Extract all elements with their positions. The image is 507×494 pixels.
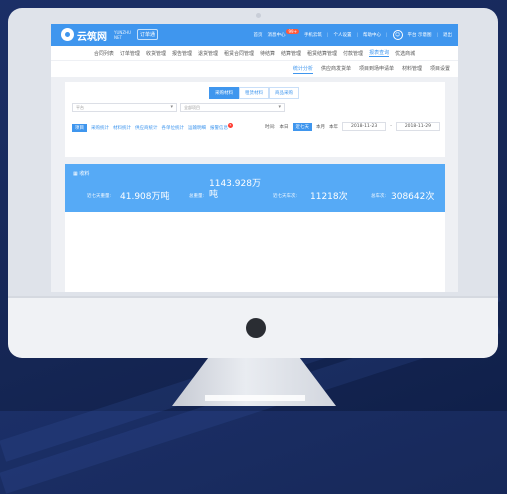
- date-from-field[interactable]: 2018-11-23: [342, 122, 387, 131]
- nav-item-orders[interactable]: 订单管理: [120, 50, 140, 57]
- alert-badge: 5: [228, 123, 233, 128]
- nav-item-lease-contracts[interactable]: 租赁合同管理: [224, 50, 254, 57]
- nav-item-report-query[interactable]: 报表查询: [369, 49, 390, 57]
- cloud-logo-icon: [61, 28, 74, 41]
- message-link-label: 消息中心: [267, 33, 286, 38]
- mall-button[interactable]: 订单通: [137, 29, 159, 40]
- power-button-icon[interactable]: [246, 318, 266, 338]
- time-today[interactable]: 本日: [280, 124, 289, 130]
- time-last-7-days[interactable]: 近七天: [292, 122, 313, 131]
- header-links: 首页 消息中心99+ 手机云筑 | 个人设置 | 帮助中心 | ☺ 平台 示意图…: [253, 24, 452, 46]
- time-filter: 时间: 本日 近七天 本月 本年 2018-11-23 - 2018-11-29: [265, 122, 440, 131]
- help-link[interactable]: 帮助中心: [363, 32, 381, 38]
- stats-title-text: 收料: [79, 171, 90, 177]
- sub-nav: 统计分析 供应商发货单 项目到场申请单 材料管理 项目设置: [51, 60, 458, 77]
- nav-item-contracts[interactable]: 合同列表: [94, 50, 114, 57]
- tab-statistics[interactable]: 统计分析: [292, 65, 313, 74]
- message-badge: 99+: [286, 29, 299, 34]
- filter-alerts-label: 报警信息: [210, 126, 228, 131]
- settings-link[interactable]: 个人设置: [333, 32, 351, 38]
- segment-purchase[interactable]: 采购材料: [209, 87, 239, 99]
- nav-item-payments[interactable]: 付款管理: [343, 50, 363, 57]
- filter-card: 采购材料 租赁材料 商品采购 平台 ▾ 全部项目 ▾ 项目 采购统计 材料统计 …: [65, 82, 445, 157]
- time-label: 时间:: [265, 124, 276, 130]
- stat-value-week-trips: 11218次: [310, 192, 348, 202]
- filter-purchase-stats[interactable]: 采购统计: [91, 125, 109, 131]
- segment-goods[interactable]: 商品采购: [269, 87, 299, 99]
- platform-select[interactable]: 平台 ▾: [72, 103, 177, 112]
- stand-base: [205, 395, 305, 401]
- divider: -: [390, 124, 392, 129]
- message-link[interactable]: 消息中心99+: [267, 29, 299, 38]
- filter-transport[interactable]: 运输明细: [188, 125, 206, 131]
- filter-supplier-stats[interactable]: 供应商统计: [135, 125, 158, 131]
- platform-select-value: 平台: [76, 105, 84, 110]
- monitor-screen: 云筑网 YUNZHU NET 订单通 首页 消息中心99+ 手机云筑 | 个人设…: [51, 24, 458, 292]
- brand-name[interactable]: 云筑网: [77, 28, 107, 43]
- stats-banner: ▦ 收料 近七天重量: 41.908万吨 总重量: 1143.928万吨 近七天…: [65, 164, 445, 212]
- nav-item-returns[interactable]: 退货管理: [198, 50, 218, 57]
- date-to-field[interactable]: 2018-11-29: [395, 122, 440, 131]
- filter-unit-stats[interactable]: 各单位统计: [162, 125, 185, 131]
- nav-item-mall[interactable]: 优选商城: [395, 50, 415, 57]
- divider: |: [356, 32, 358, 38]
- divider: |: [436, 32, 438, 38]
- camera-icon: [256, 13, 261, 18]
- stat-label-total-weight: 总重量:: [189, 194, 205, 199]
- stat-label-total-trips: 总车次:: [371, 194, 387, 199]
- filter-alerts[interactable]: 报警信息5: [210, 123, 233, 131]
- stat-value-total-weight: 1143.928万吨: [209, 179, 261, 200]
- tab-arrival-request[interactable]: 项目到场申请单: [359, 65, 394, 74]
- brand-subtitle: YUNZHU NET: [114, 30, 132, 40]
- home-link[interactable]: 首页: [253, 32, 262, 38]
- nav-item-receiving[interactable]: 收货管理: [146, 50, 166, 57]
- filter-project[interactable]: 项目: [72, 124, 87, 132]
- divider: |: [326, 32, 329, 38]
- stat-filters: 项目 采购统计 材料统计 供应商统计 各单位统计 运输明细 报警信息5: [72, 123, 233, 132]
- nav-item-pending-settlement[interactable]: 待结算: [260, 50, 275, 57]
- time-this-month[interactable]: 本月: [316, 124, 325, 130]
- segment-lease[interactable]: 租赁材料: [239, 87, 269, 99]
- project-select[interactable]: 全部项目 ▾: [180, 103, 285, 112]
- project-select-value: 全部项目: [184, 105, 200, 110]
- nav-item-lease-settlement[interactable]: 租赁结算管理: [307, 50, 337, 57]
- stats-title: ▦ 收料: [73, 171, 90, 177]
- mobile-link[interactable]: 手机云筑: [304, 32, 322, 38]
- tab-project-settings[interactable]: 项目设置: [430, 65, 450, 74]
- stat-value-total-trips: 308642次: [391, 192, 435, 202]
- divider: |: [386, 32, 388, 38]
- tab-materials[interactable]: 材料管理: [402, 65, 422, 74]
- time-this-year[interactable]: 本年: [329, 124, 338, 130]
- content-area: [65, 212, 445, 292]
- chevron-down-icon: ▾: [278, 104, 281, 110]
- chevron-down-icon: ▾: [170, 104, 173, 110]
- top-header: 云筑网 YUNZHU NET 订单通 首页 消息中心99+ 手机云筑 | 个人设…: [51, 24, 458, 46]
- main-nav: 合同列表 订单管理 收货管理 报告管理 退货管理 租赁合同管理 待结算 结算管理…: [51, 46, 458, 60]
- user-name[interactable]: 平台 示意图: [408, 32, 432, 38]
- logout-link[interactable]: 退出: [443, 32, 452, 38]
- stat-value-week-weight: 41.908万吨: [120, 192, 170, 202]
- stat-label-week-trips: 近七天车次:: [273, 194, 298, 199]
- stat-label-week-weight: 近七天重量:: [87, 194, 112, 199]
- avatar-icon[interactable]: ☺: [392, 30, 403, 40]
- nav-item-reports[interactable]: 报告管理: [172, 50, 192, 57]
- material-type-segment: 采购材料 租赁材料 商品采购: [209, 87, 299, 99]
- filter-material-stats[interactable]: 材料统计: [113, 125, 131, 131]
- nav-item-settlement[interactable]: 结算管理: [281, 50, 301, 57]
- tab-supplier-delivery[interactable]: 供应商发货单: [321, 65, 351, 74]
